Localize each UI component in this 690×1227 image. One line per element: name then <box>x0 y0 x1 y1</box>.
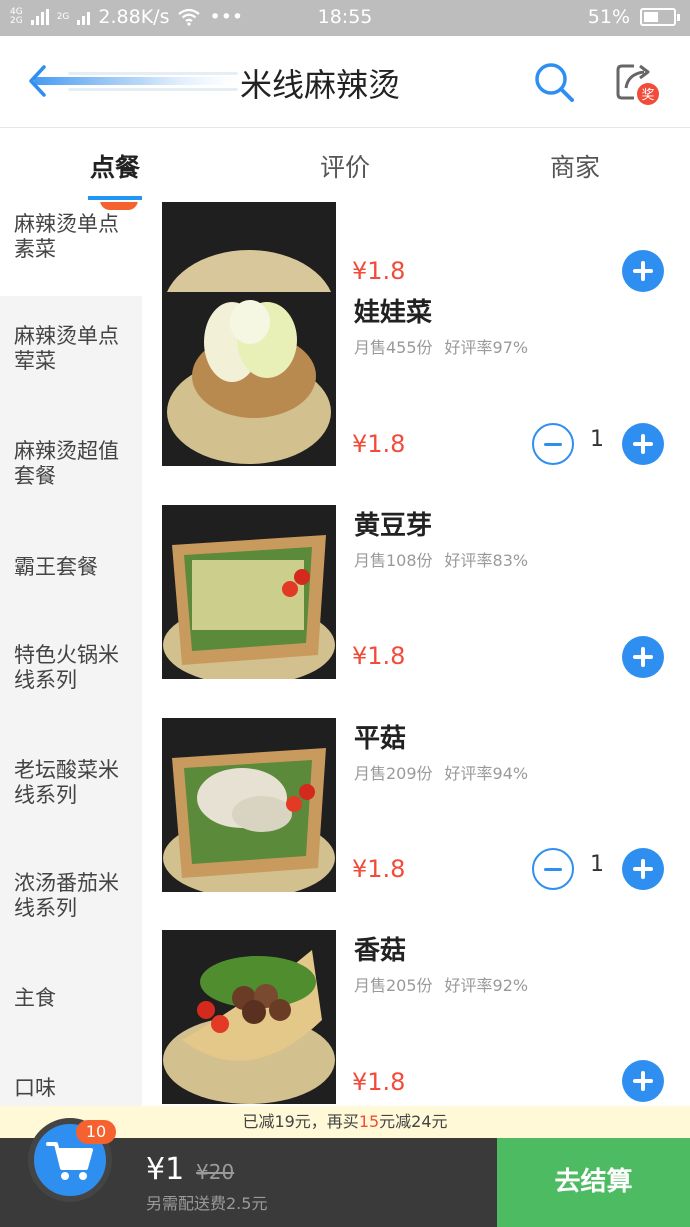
tab-bar: 点餐 评价 商家 <box>0 128 690 202</box>
decrease-quantity-button[interactable] <box>532 423 574 465</box>
category-label: 霸王套餐 <box>14 555 98 579</box>
status-bar: 4G 2G 2G 2.88K/s ••• 18:55 51% <box>0 0 690 36</box>
back-button[interactable] <box>28 64 258 98</box>
share-reward-button[interactable]: 奖 <box>612 58 662 108</box>
clock: 18:55 <box>317 6 373 28</box>
cart-icon <box>46 1142 93 1180</box>
food-meta: 月售205份 好评率92% <box>354 972 528 996</box>
food-sales: 月售455份 <box>354 338 433 357</box>
delivery-fee-note: 另需配送费2.5元 <box>146 1194 268 1213</box>
food-sales: 月售205份 <box>354 976 433 995</box>
food-item: ¥1.8 <box>142 202 690 374</box>
category-item-veg[interactable]: 麻辣烫单点素菜 <box>0 202 142 296</box>
add-to-cart-button[interactable] <box>622 1060 664 1102</box>
category-item-pickled[interactable]: 老坛酸菜米线系列 <box>0 758 142 818</box>
category-item-king[interactable]: 霸王套餐 <box>0 555 142 585</box>
food-meta: 月售209份 好评率94% <box>354 760 528 784</box>
category-label: 麻辣烫超值套餐 <box>14 439 119 488</box>
food-image <box>162 718 336 892</box>
search-button[interactable] <box>532 60 576 104</box>
food-sales: 月售108份 <box>354 551 433 570</box>
food-sales: 月售209份 <box>354 764 433 783</box>
add-to-cart-button[interactable] <box>622 423 664 465</box>
food-price: ¥1.8 <box>352 430 406 458</box>
category-label: 主食 <box>14 986 56 1010</box>
tab-order[interactable]: 点餐 <box>88 148 142 184</box>
food-item: 平菇 月售209份 好评率94% ¥1.8 1 <box>142 708 690 922</box>
discount-prefix: 已减19元，再买 <box>242 1112 359 1131</box>
food-item: 娃娃菜 月售455份 好评率97% ¥1.8 1 <box>142 282 690 496</box>
category-badge <box>100 202 138 210</box>
food-item: 黄豆芽 月售108份 好评率83% ¥1.8 <box>142 495 690 709</box>
food-meta: 月售455份 好评率97% <box>354 334 528 358</box>
decrease-quantity-button[interactable] <box>532 848 574 890</box>
category-label: 浓汤番茄米线系列 <box>14 871 119 920</box>
food-price: ¥1.8 <box>352 642 406 670</box>
food-name: 娃娃菜 <box>354 298 433 328</box>
category-item-staple[interactable]: 主食 <box>0 986 142 1016</box>
page-title: 米线麻辣烫 <box>240 66 401 104</box>
food-item: 香菇 月售205份 好评率92% ¥1.8 <box>142 920 690 1106</box>
discount-suffix: 元减24元 <box>379 1112 448 1131</box>
food-list: ¥1.8 娃娃菜 月售455份 好评率97% ¥1.8 1 黄豆芽 月售108份… <box>142 202 690 1106</box>
cart-total: ¥1 <box>146 1152 185 1187</box>
add-to-cart-button[interactable] <box>622 636 664 678</box>
tab-reviews[interactable]: 评价 <box>318 148 372 184</box>
back-arrow-icon <box>29 65 254 97</box>
food-price: ¥1.8 <box>352 257 406 285</box>
category-label: 特色火锅米线系列 <box>14 643 119 692</box>
category-item-tomato[interactable]: 浓汤番茄米线系列 <box>0 871 142 931</box>
food-image <box>162 292 336 466</box>
tab-active-indicator <box>88 196 142 200</box>
battery-icon <box>640 8 680 26</box>
category-sidebar: 麻辣烫单点素菜 麻辣烫单点荤菜 麻辣烫超值套餐 霸王套餐 特色火锅米线系列 老坛… <box>0 202 142 1106</box>
food-price: ¥1.8 <box>352 855 406 883</box>
tab-merchant[interactable]: 商家 <box>548 148 602 184</box>
food-price: ¥1.8 <box>352 1068 406 1096</box>
battery-fill <box>644 12 658 22</box>
food-rating: 好评率83% <box>444 551 529 570</box>
search-icon <box>535 63 574 102</box>
battery-percent: 51% <box>587 6 630 28</box>
category-item-flavor[interactable]: 口味 <box>0 1076 142 1106</box>
category-label: 麻辣烫单点荤菜 <box>14 324 119 373</box>
food-image <box>162 505 336 679</box>
status-right: 51% <box>587 6 680 28</box>
checkout-button[interactable]: 去结算 <box>497 1138 690 1227</box>
category-label: 麻辣烫单点素菜 <box>14 212 119 261</box>
cart-original-price: ¥20 <box>196 1160 235 1184</box>
category-item-meat[interactable]: 麻辣烫单点荤菜 <box>0 324 142 384</box>
food-name: 黄豆芽 <box>354 511 433 541</box>
item-quantity: 1 <box>590 427 604 452</box>
item-quantity: 1 <box>590 852 604 877</box>
cart-count-badge: 10 <box>76 1120 116 1144</box>
add-to-cart-button[interactable] <box>622 848 664 890</box>
food-rating: 好评率97% <box>444 338 529 357</box>
category-label: 口味 <box>14 1076 56 1100</box>
food-rating: 好评率92% <box>444 976 529 995</box>
food-meta: 月售108份 好评率83% <box>354 547 528 571</box>
discount-amount: 15 <box>358 1112 380 1131</box>
category-item-hotpot[interactable]: 特色火锅米线系列 <box>0 643 142 703</box>
food-name: 平菇 <box>354 724 407 754</box>
svg-text:奖: 奖 <box>641 88 654 103</box>
app-root: 4G 2G 2G 2.88K/s ••• 18:55 51% 米线麻辣烫 奖 点… <box>0 0 690 1227</box>
food-image <box>162 930 336 1104</box>
category-label: 老坛酸菜米线系列 <box>14 758 119 807</box>
food-name: 香菇 <box>354 936 407 966</box>
category-item-combo[interactable]: 麻辣烫超值套餐 <box>0 439 142 499</box>
food-rating: 好评率94% <box>444 764 529 783</box>
share-reward-icon: 奖 <box>616 64 659 105</box>
top-header: 米线麻辣烫 奖 <box>0 36 690 128</box>
